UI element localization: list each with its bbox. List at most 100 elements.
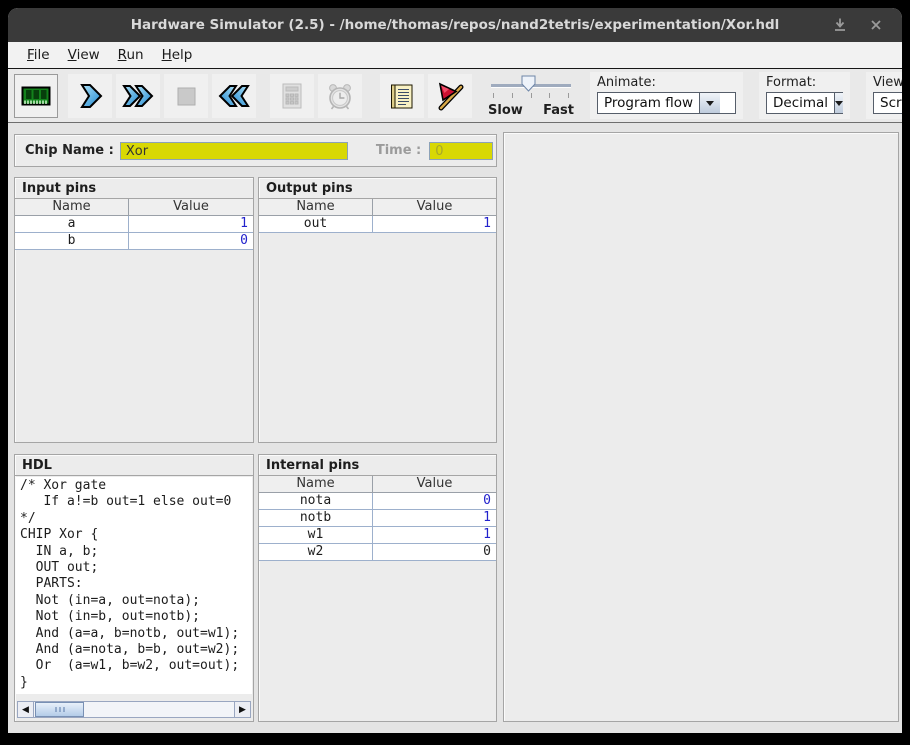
table-row: nota 0 xyxy=(259,493,496,510)
pin-name: out xyxy=(259,216,373,232)
menu-run[interactable]: Run xyxy=(109,42,153,68)
table-row: notb 1 xyxy=(259,510,496,527)
slider-slow-label: Slow xyxy=(488,103,523,118)
chip-name-bar: Chip Name : Xor Time : 0 xyxy=(14,134,497,167)
column-header-value: Value xyxy=(373,476,496,492)
format-dropdown-button[interactable] xyxy=(834,93,843,113)
load-chip-button[interactable] xyxy=(14,74,58,118)
horizontal-scrollbar[interactable]: ◀ ▶ xyxy=(17,701,251,718)
pin-value: 0 xyxy=(373,493,496,509)
menu-view[interactable]: View xyxy=(59,42,109,68)
code-line: PARTS: xyxy=(20,576,252,592)
animate-dropdown[interactable]: Program flow xyxy=(597,92,736,114)
script-button[interactable] xyxy=(380,74,424,118)
table-row: b 0 xyxy=(15,233,253,250)
pin-value[interactable]: 1 xyxy=(129,216,253,232)
app-window: Hardware Simulator (2.5) - /home/thomas/… xyxy=(8,8,902,733)
format-group: Format: Decimal xyxy=(759,72,850,119)
breakpoint-flag-icon xyxy=(434,80,466,112)
pin-name: a xyxy=(15,216,129,232)
chip-icon xyxy=(19,79,53,113)
input-pins-panel: Input pins Name Value a 1 b 0 xyxy=(14,177,254,443)
column-header-value: Value xyxy=(129,199,253,215)
table-row: w1 1 xyxy=(259,527,496,544)
stop-icon xyxy=(170,80,202,112)
single-step-icon xyxy=(74,80,106,112)
animate-dropdown-button[interactable] xyxy=(699,93,720,113)
code-line: Or (a=w1, b=w2, out=out); xyxy=(20,658,252,674)
pin-name: b xyxy=(15,233,129,249)
pin-value: 0 xyxy=(373,544,496,560)
speed-slider: Slow Fast xyxy=(488,73,574,119)
clock-button xyxy=(318,74,362,118)
breakpoints-button[interactable] xyxy=(428,74,472,118)
stop-button[interactable] xyxy=(164,74,208,118)
run-icon xyxy=(121,80,155,112)
close-icon xyxy=(866,15,886,35)
toolbar: Slow Fast Animate: Program flow Format: … xyxy=(8,69,902,123)
pin-value: 1 xyxy=(373,216,496,232)
view-value: Screen xyxy=(874,93,902,113)
chip-name-field[interactable]: Xor xyxy=(120,142,348,160)
code-line: IN a, b; xyxy=(20,544,252,560)
code-line: } xyxy=(20,675,252,691)
reset-button[interactable] xyxy=(212,74,256,118)
gui-display-panel xyxy=(503,132,899,722)
view-dropdown[interactable]: Screen xyxy=(873,92,902,114)
menu-help[interactable]: Help xyxy=(153,42,202,68)
internal-pins-table: Name Value nota 0 notb 1 w1 1 w2 0 xyxy=(259,476,496,561)
input-pins-title: Input pins xyxy=(15,178,253,199)
chevron-down-icon xyxy=(706,101,714,106)
hdl-title: HDL xyxy=(15,455,253,476)
column-header-name: Name xyxy=(259,476,373,492)
animate-label: Animate: xyxy=(597,75,736,90)
title-bar[interactable]: Hardware Simulator (2.5) - /home/thomas/… xyxy=(8,8,902,42)
column-header-value: Value xyxy=(373,199,496,215)
internal-pins-title: Internal pins xyxy=(259,455,496,476)
script-icon xyxy=(386,80,418,112)
minimize-button[interactable] xyxy=(830,15,850,35)
pin-name: notb xyxy=(259,510,373,526)
table-row: out 1 xyxy=(259,216,496,233)
run-button[interactable] xyxy=(116,74,160,118)
chevron-down-icon xyxy=(835,101,843,106)
format-value: Decimal xyxy=(767,93,834,113)
pin-value: 1 xyxy=(373,510,496,526)
calculator-icon xyxy=(276,80,308,112)
code-line: And (a=nota, b=b, out=w2); xyxy=(20,642,252,658)
scroll-right-button[interactable]: ▶ xyxy=(234,702,250,717)
minimize-icon xyxy=(830,15,850,35)
column-header-name: Name xyxy=(15,199,129,215)
time-label: Time : xyxy=(376,143,421,158)
format-label: Format: xyxy=(766,75,843,90)
code-line: */ xyxy=(20,511,252,527)
scrollbar-thumb[interactable] xyxy=(35,702,84,717)
output-pins-panel: Output pins Name Value out 1 xyxy=(258,177,497,443)
code-line: CHIP Xor { xyxy=(20,527,252,543)
slider-ticks xyxy=(493,93,569,98)
code-line: Not (in=b, out=notb); xyxy=(20,609,252,625)
clock-icon xyxy=(324,80,356,112)
close-button[interactable] xyxy=(866,15,886,35)
hdl-panel: HDL /* Xor gate If a!=b out=1 else out=0… xyxy=(14,454,254,722)
chip-name-label: Chip Name : xyxy=(25,143,114,158)
internal-pins-panel: Internal pins Name Value nota 0 notb 1 w… xyxy=(258,454,497,722)
slider-thumb-icon xyxy=(521,75,536,92)
table-row: w2 0 xyxy=(259,544,496,561)
code-line: /* Xor gate xyxy=(20,478,252,494)
format-dropdown[interactable]: Decimal xyxy=(766,92,843,114)
column-header-name: Name xyxy=(259,199,373,215)
hdl-code-view: /* Xor gate If a!=b out=1 else out=0 */ … xyxy=(16,477,252,694)
scroll-left-button[interactable]: ◀ xyxy=(18,702,34,717)
input-pins-table: Name Value a 1 b 0 xyxy=(15,199,253,250)
single-step-button[interactable] xyxy=(68,74,112,118)
rewind-icon xyxy=(217,80,251,112)
menu-bar: File View Run Help xyxy=(8,42,902,69)
output-pins-table: Name Value out 1 xyxy=(259,199,496,233)
calculator-button xyxy=(270,74,314,118)
animate-group: Animate: Program flow xyxy=(590,72,743,119)
code-line: Not (in=a, out=nota); xyxy=(20,593,252,609)
menu-file[interactable]: File xyxy=(18,42,59,68)
pin-value[interactable]: 0 xyxy=(129,233,253,249)
main-content: Chip Name : Xor Time : 0 Input pins Name… xyxy=(8,123,902,733)
